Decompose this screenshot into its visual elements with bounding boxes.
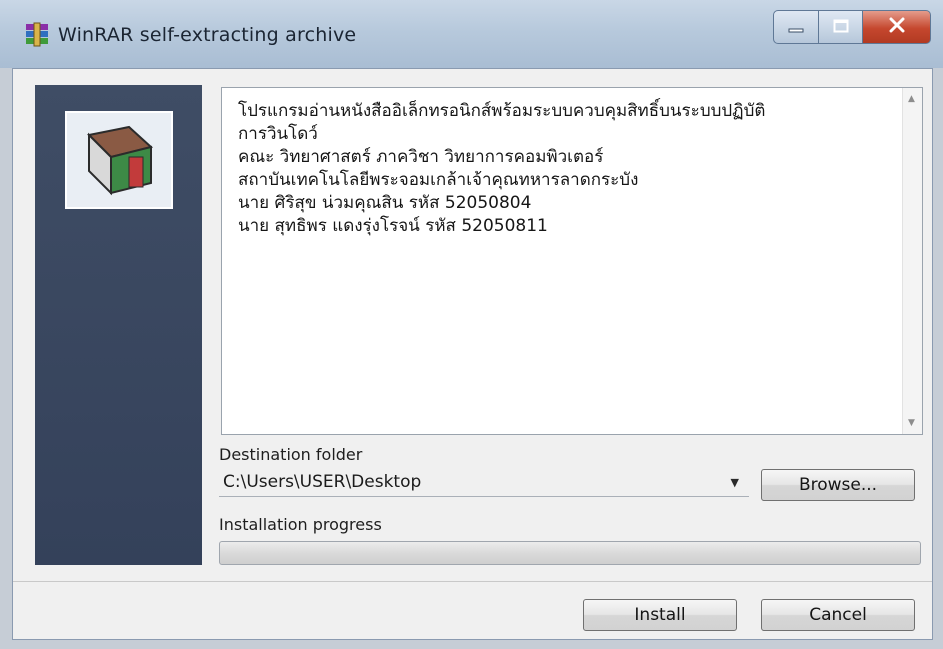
maximize-button[interactable] (819, 10, 863, 44)
side-banner (35, 85, 202, 565)
destination-folder-combo[interactable]: C:\Users\USER\Desktop ▼ (219, 469, 749, 497)
footer-divider (13, 581, 932, 582)
browse-button[interactable]: Browse... (761, 469, 915, 501)
archive-logo (65, 111, 173, 209)
scroll-up-arrow-icon[interactable]: ▲ (908, 94, 915, 104)
info-line: คณะ วิทยาศาสตร์ ภาควิชา วิทยาการคอมพิวเต… (238, 147, 604, 167)
chevron-down-icon[interactable]: ▼ (731, 476, 739, 489)
info-line: นาย สุทธิพร แดงรุ่งโรจน์ รหัส 52050811 (238, 216, 548, 236)
title-bar[interactable]: WinRAR self-extracting archive (0, 0, 943, 68)
installation-progress-bar (219, 541, 921, 565)
installation-progress-label: Installation progress (219, 515, 382, 534)
vertical-scrollbar[interactable]: ▲ ▼ (902, 88, 922, 434)
dialog-body: โปรแกรมอ่านหนังสืออิเล็กทรอนิกส์พร้อมระบ… (12, 68, 933, 640)
window-title: WinRAR self-extracting archive (58, 24, 357, 46)
destination-folder-value: C:\Users\USER\Desktop (223, 472, 422, 492)
install-button[interactable]: Install (583, 599, 737, 631)
minimize-icon (788, 18, 804, 37)
info-line: นาย ศิริสุข น่วมคุณสิน รหัส 52050804 (238, 193, 532, 213)
winrar-sfx-window: WinRAR self-extracting archive โปรแกรมอ่… (0, 0, 943, 649)
destination-folder-label: Destination folder (219, 445, 363, 464)
maximize-icon (833, 18, 849, 37)
info-line: การวินโดว์ (238, 124, 318, 144)
info-text: โปรแกรมอ่านหนังสืออิเล็กทรอนิกส์พร้อมระบ… (238, 100, 888, 238)
archive-info-textbox[interactable]: โปรแกรมอ่านหนังสืออิเล็กทรอนิกส์พร้อมระบ… (221, 87, 923, 435)
info-line: โปรแกรมอ่านหนังสืออิเล็กทรอนิกส์พร้อมระบ… (238, 101, 766, 121)
info-line: สถาบันเทคโนโลยีพระจอมเกล้าเจ้าคุณทหารลาด… (238, 170, 639, 190)
minimize-button[interactable] (773, 10, 819, 44)
archive-box-icon (67, 125, 171, 211)
close-button[interactable] (863, 10, 931, 44)
cancel-button[interactable]: Cancel (761, 599, 915, 631)
winrar-archive-icon (24, 22, 50, 48)
scroll-down-arrow-icon[interactable]: ▼ (908, 418, 915, 428)
caption-buttons (773, 10, 931, 46)
close-icon (888, 17, 906, 37)
